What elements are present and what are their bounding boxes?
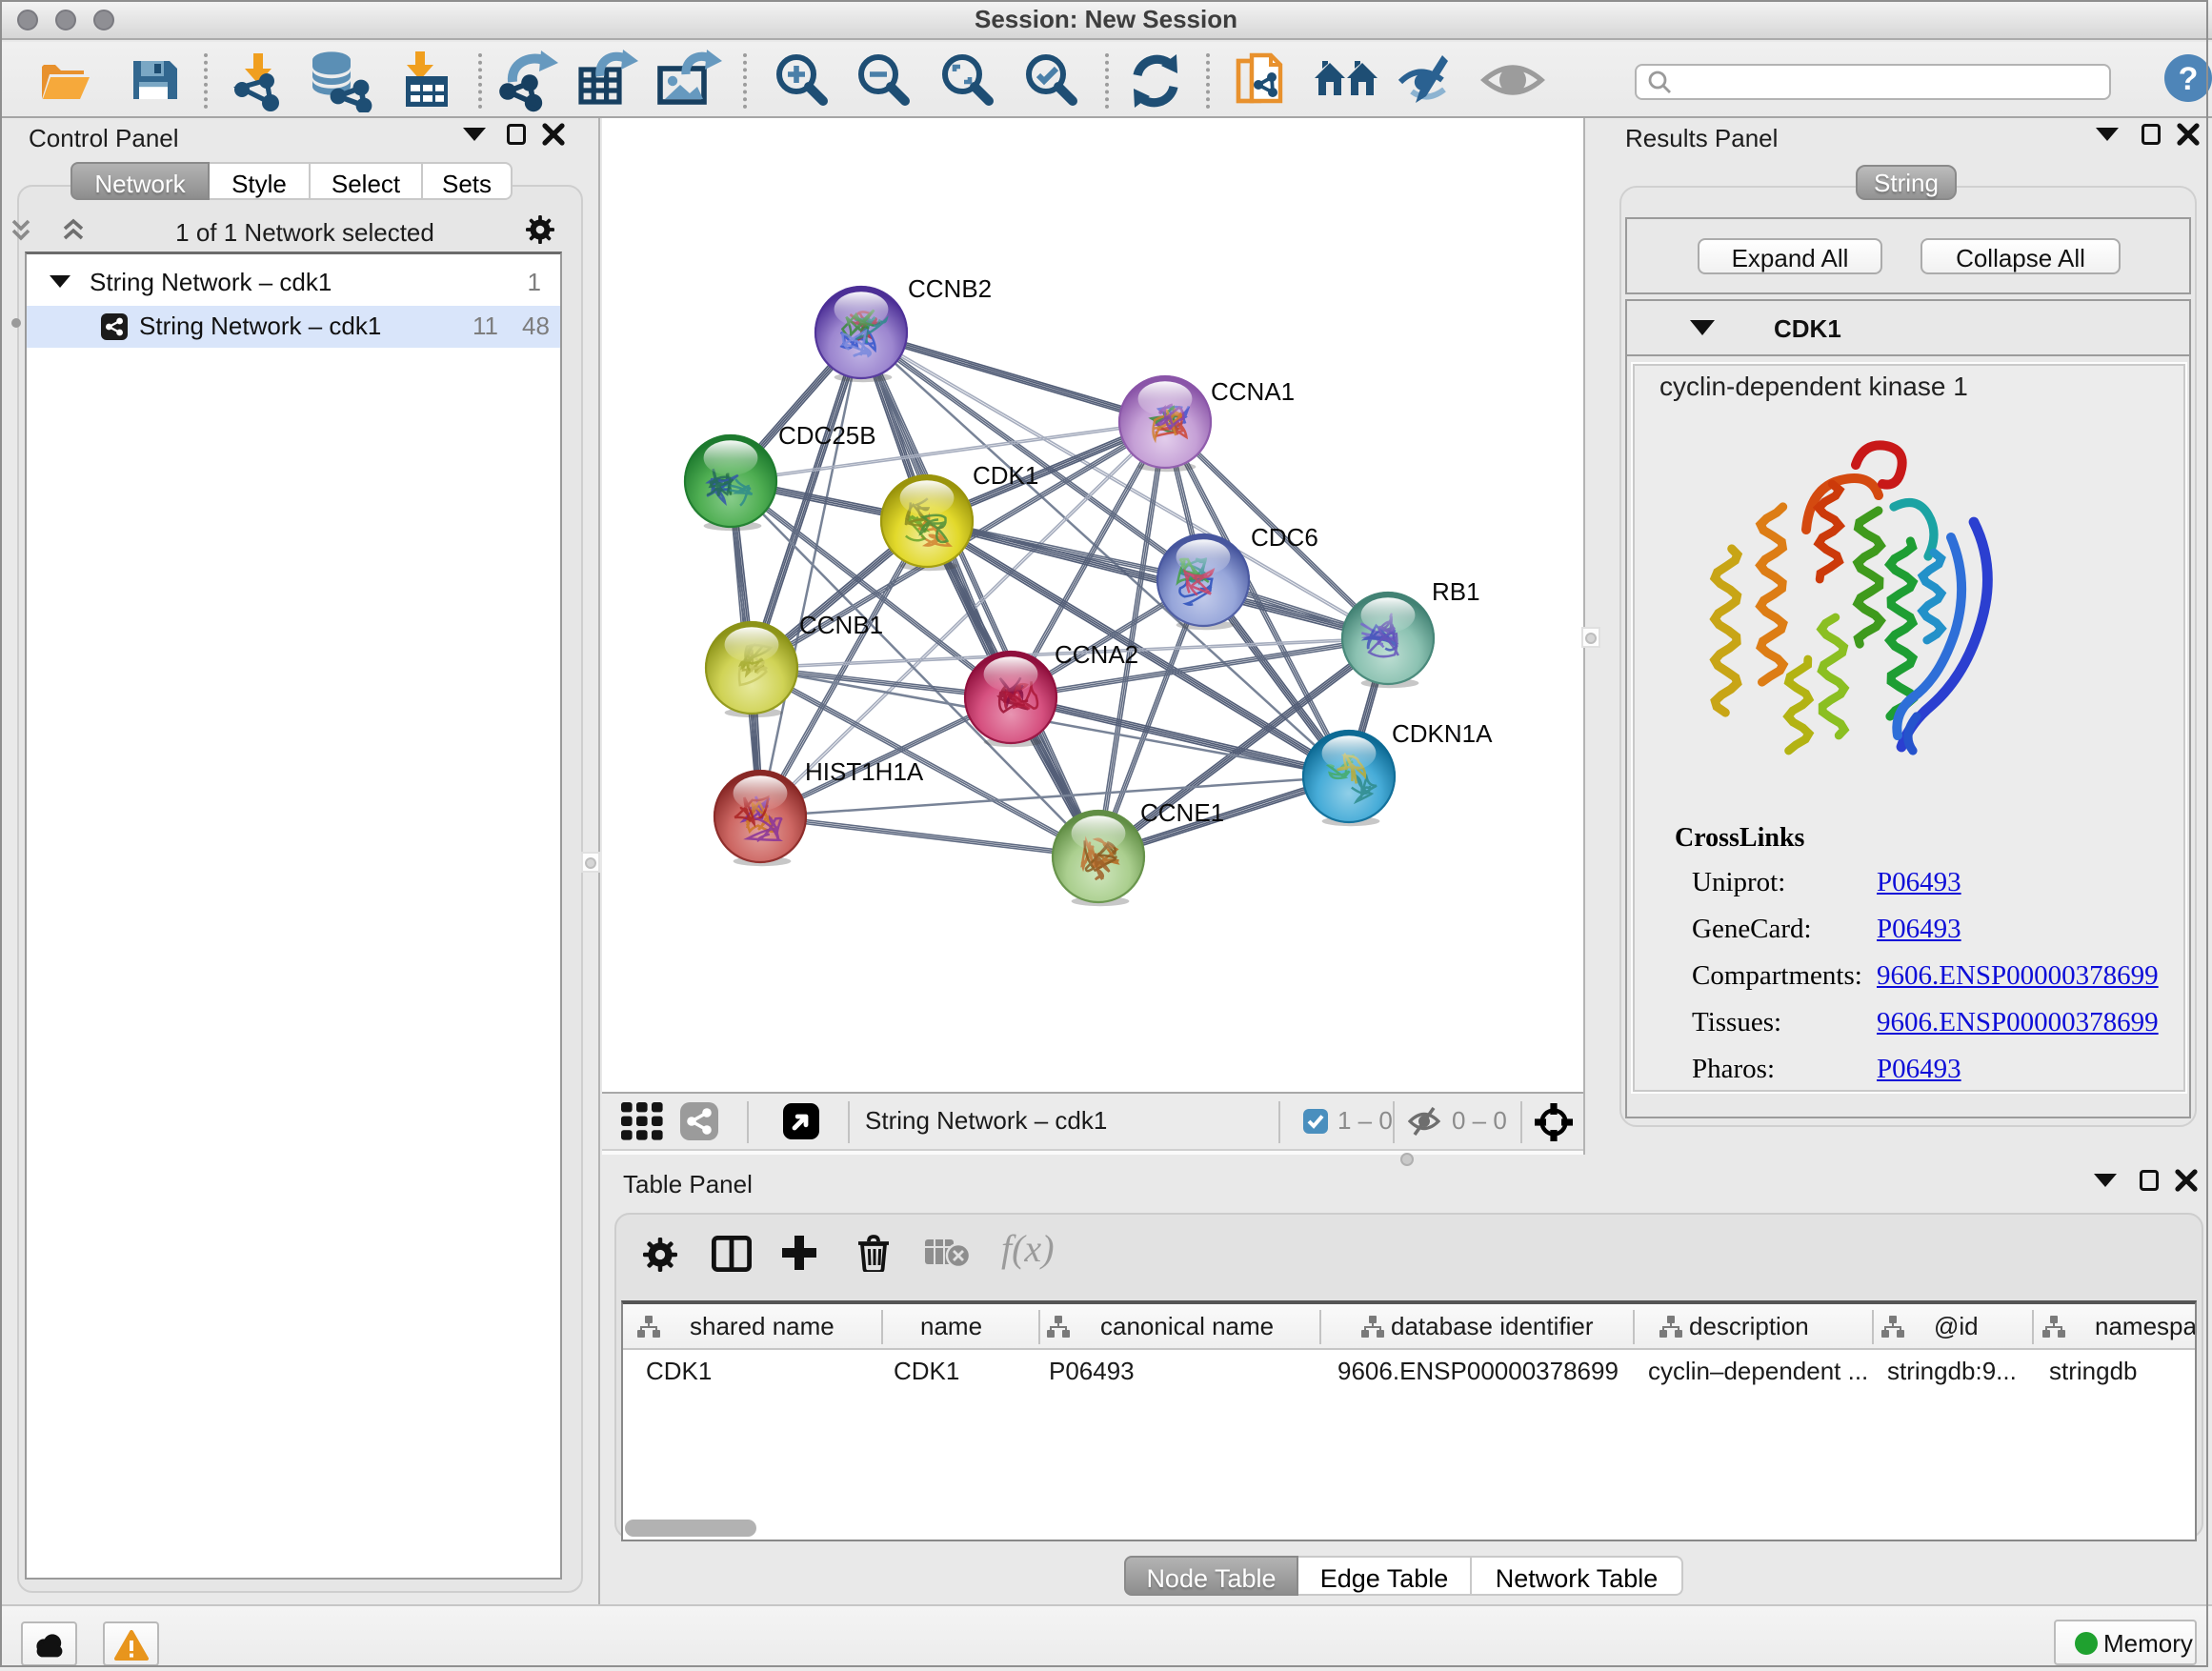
svg-text:CCNA2: CCNA2 bbox=[1055, 640, 1138, 669]
svg-text:CDC6: CDC6 bbox=[1251, 523, 1318, 552]
svg-text:CCNB2: CCNB2 bbox=[908, 274, 992, 303]
svg-text:CDKN1A: CDKN1A bbox=[1392, 719, 1493, 748]
svg-text:CDK1: CDK1 bbox=[973, 461, 1038, 490]
svg-text:CCNA1: CCNA1 bbox=[1211, 377, 1295, 406]
svg-text:?: ? bbox=[2179, 61, 2199, 97]
svg-text:RB1: RB1 bbox=[1432, 577, 1480, 606]
svg-text:CDC25B: CDC25B bbox=[778, 421, 876, 450]
svg-text:CCNE1: CCNE1 bbox=[1140, 798, 1224, 827]
svg-text:CCNB1: CCNB1 bbox=[799, 611, 883, 639]
svg-text:HIST1H1A: HIST1H1A bbox=[805, 757, 924, 786]
